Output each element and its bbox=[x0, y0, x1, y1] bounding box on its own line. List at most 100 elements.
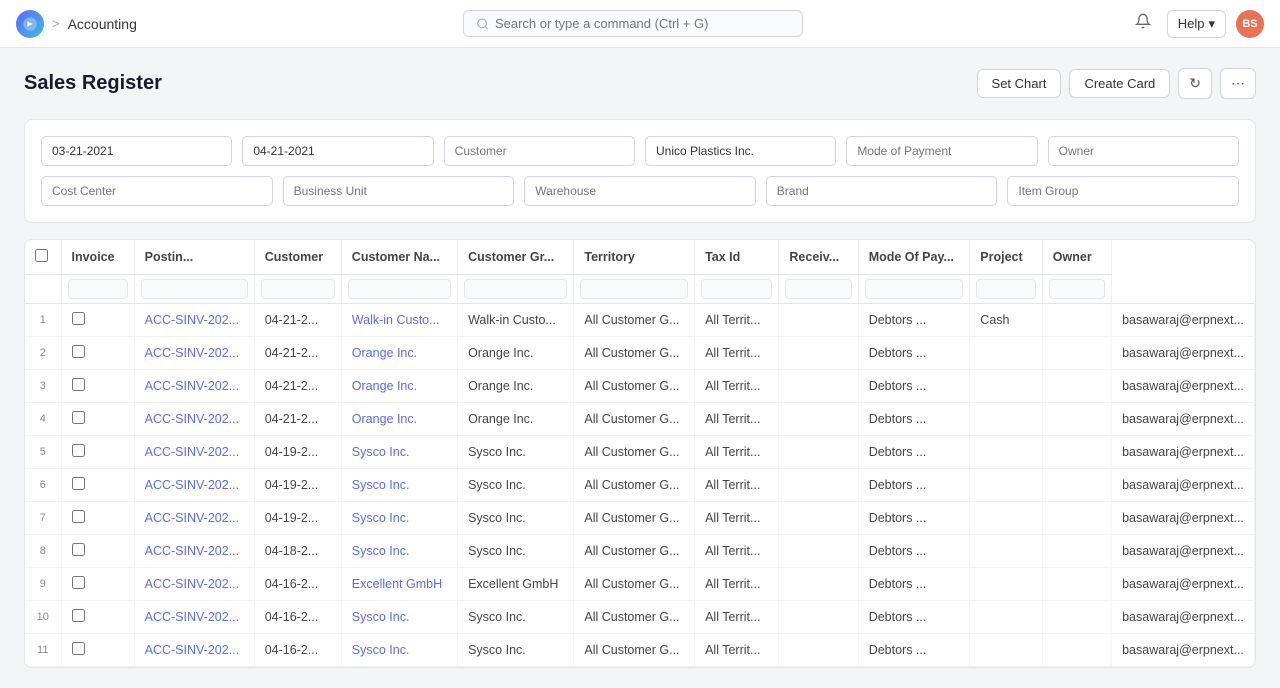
row-checkbox[interactable] bbox=[61, 535, 134, 568]
filter-receivable bbox=[779, 275, 858, 304]
cell-invoice[interactable]: ACC-SINV-202... bbox=[134, 535, 254, 568]
cell-invoice[interactable]: ACC-SINV-202... bbox=[134, 502, 254, 535]
col-customer-group: Customer Gr... bbox=[458, 240, 574, 275]
table-row: 8 ACC-SINV-202... 04-18-2... Sysco Inc. … bbox=[25, 535, 1255, 568]
row-select-checkbox[interactable] bbox=[72, 543, 85, 556]
cell-cust-grp: All Customer G... bbox=[574, 403, 695, 436]
help-button[interactable]: Help ▾ bbox=[1167, 10, 1226, 38]
row-select-checkbox[interactable] bbox=[72, 576, 85, 589]
customer-filter[interactable] bbox=[444, 136, 635, 166]
cell-customer[interactable]: Walk-in Custo... bbox=[341, 304, 457, 337]
filter-cust-name-input[interactable] bbox=[348, 279, 451, 299]
cell-mode-pay bbox=[970, 370, 1043, 403]
cell-cust-name: Orange Inc. bbox=[458, 403, 574, 436]
cell-tax-id bbox=[779, 436, 858, 469]
warehouse-filter[interactable] bbox=[524, 176, 756, 206]
cell-invoice[interactable]: ACC-SINV-202... bbox=[134, 403, 254, 436]
cell-invoice[interactable]: ACC-SINV-202... bbox=[134, 601, 254, 634]
cell-owner: basawaraj@erpnext... bbox=[1112, 370, 1255, 403]
cell-customer[interactable]: Orange Inc. bbox=[341, 403, 457, 436]
cell-invoice[interactable]: ACC-SINV-202... bbox=[134, 568, 254, 601]
notification-button[interactable] bbox=[1129, 7, 1157, 40]
row-checkbox[interactable] bbox=[61, 469, 134, 502]
business-unit-filter[interactable] bbox=[283, 176, 515, 206]
cell-invoice[interactable]: ACC-SINV-202... bbox=[134, 304, 254, 337]
filter-invoice-input[interactable] bbox=[68, 279, 128, 299]
cell-cust-name: Sysco Inc. bbox=[458, 535, 574, 568]
cell-posting: 04-18-2... bbox=[254, 535, 341, 568]
filter-project-input[interactable] bbox=[976, 279, 1036, 299]
cell-invoice[interactable]: ACC-SINV-202... bbox=[134, 370, 254, 403]
filter-receivable-input[interactable] bbox=[785, 279, 851, 299]
checkbox-header[interactable] bbox=[25, 240, 61, 275]
select-all-checkbox[interactable] bbox=[35, 249, 48, 262]
cell-customer[interactable]: Sysco Inc. bbox=[341, 469, 457, 502]
page-container: Sales Register Set Chart Create Card ↻ ⋯ bbox=[0, 48, 1280, 688]
cell-invoice[interactable]: ACC-SINV-202... bbox=[134, 634, 254, 667]
customer-value-filter[interactable] bbox=[645, 136, 836, 166]
row-select-checkbox[interactable] bbox=[72, 609, 85, 622]
filter-mode-pay-input[interactable] bbox=[865, 279, 964, 299]
owner-filter[interactable] bbox=[1048, 136, 1239, 166]
cell-customer[interactable]: Sysco Inc. bbox=[341, 502, 457, 535]
row-select-checkbox[interactable] bbox=[72, 378, 85, 391]
filter-cust-grp-input[interactable] bbox=[464, 279, 567, 299]
cell-cust-grp: All Customer G... bbox=[574, 502, 695, 535]
filter-customer-col-input[interactable] bbox=[261, 279, 335, 299]
cell-territory: All Territ... bbox=[695, 469, 779, 502]
row-checkbox[interactable] bbox=[61, 634, 134, 667]
search-input[interactable] bbox=[495, 16, 790, 31]
create-card-button[interactable]: Create Card bbox=[1069, 69, 1170, 98]
cell-invoice[interactable]: ACC-SINV-202... bbox=[134, 469, 254, 502]
cell-tax-id bbox=[779, 535, 858, 568]
row-select-checkbox[interactable] bbox=[72, 345, 85, 358]
cell-customer[interactable]: Orange Inc. bbox=[341, 370, 457, 403]
cell-customer[interactable]: Sysco Inc. bbox=[341, 601, 457, 634]
row-checkbox[interactable] bbox=[61, 436, 134, 469]
item-group-filter[interactable] bbox=[1007, 176, 1239, 206]
row-checkbox[interactable] bbox=[61, 502, 134, 535]
row-select-checkbox[interactable] bbox=[72, 411, 85, 424]
cell-owner: basawaraj@erpnext... bbox=[1112, 304, 1255, 337]
cell-cust-grp: All Customer G... bbox=[574, 535, 695, 568]
date-to-filter[interactable] bbox=[242, 136, 433, 166]
row-select-checkbox[interactable] bbox=[72, 477, 85, 490]
cell-customer[interactable]: Sysco Inc. bbox=[341, 535, 457, 568]
row-checkbox[interactable] bbox=[61, 337, 134, 370]
cell-posting: 04-21-2... bbox=[254, 370, 341, 403]
table-row: 7 ACC-SINV-202... 04-19-2... Sysco Inc. … bbox=[25, 502, 1255, 535]
filter-tax-input[interactable] bbox=[701, 279, 772, 299]
row-select-checkbox[interactable] bbox=[72, 642, 85, 655]
refresh-button[interactable]: ↻ bbox=[1178, 68, 1212, 99]
filter-owner-input[interactable] bbox=[1049, 279, 1105, 299]
row-checkbox[interactable] bbox=[61, 601, 134, 634]
filter-territory-input[interactable] bbox=[580, 279, 688, 299]
avatar[interactable]: BS bbox=[1236, 10, 1264, 38]
page-header: Sales Register Set Chart Create Card ↻ ⋯ bbox=[24, 68, 1256, 99]
cost-center-filter[interactable] bbox=[41, 176, 273, 206]
row-checkbox[interactable] bbox=[61, 568, 134, 601]
row-checkbox[interactable] bbox=[61, 403, 134, 436]
cell-invoice[interactable]: ACC-SINV-202... bbox=[134, 436, 254, 469]
cell-customer[interactable]: Excellent GmbH bbox=[341, 568, 457, 601]
date-from-filter[interactable] bbox=[41, 136, 232, 166]
row-select-checkbox[interactable] bbox=[72, 312, 85, 325]
cell-customer[interactable]: Orange Inc. bbox=[341, 337, 457, 370]
cell-customer[interactable]: Sysco Inc. bbox=[341, 634, 457, 667]
row-checkbox[interactable] bbox=[61, 370, 134, 403]
cell-territory: All Territ... bbox=[695, 370, 779, 403]
set-chart-button[interactable]: Set Chart bbox=[977, 69, 1062, 98]
cell-customer[interactable]: Sysco Inc. bbox=[341, 436, 457, 469]
more-options-button[interactable]: ⋯ bbox=[1220, 68, 1256, 99]
breadcrumb-link[interactable]: Accounting bbox=[68, 16, 137, 32]
brand-filter[interactable] bbox=[766, 176, 998, 206]
mode-of-payment-filter[interactable] bbox=[846, 136, 1037, 166]
row-select-checkbox[interactable] bbox=[72, 510, 85, 523]
row-checkbox[interactable] bbox=[61, 304, 134, 337]
filter-posting-input[interactable] bbox=[141, 279, 248, 299]
cell-receivable: Debtors ... bbox=[858, 370, 970, 403]
cell-invoice[interactable]: ACC-SINV-202... bbox=[134, 337, 254, 370]
search-bar[interactable] bbox=[463, 10, 803, 37]
row-select-checkbox[interactable] bbox=[72, 444, 85, 457]
table-row: 6 ACC-SINV-202... 04-19-2... Sysco Inc. … bbox=[25, 469, 1255, 502]
